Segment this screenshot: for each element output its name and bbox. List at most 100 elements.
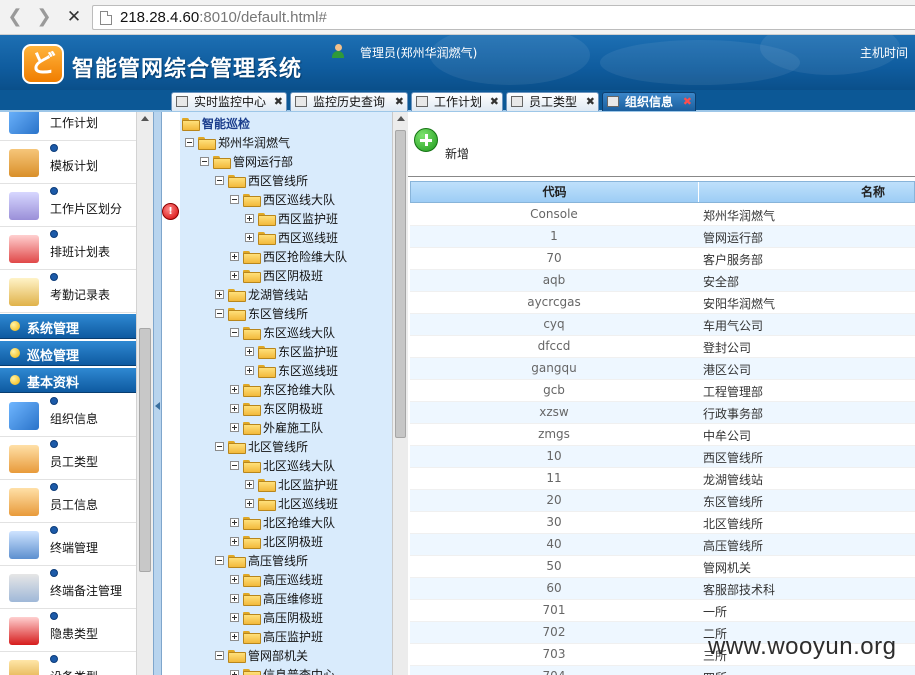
add-button-label[interactable]: 新增 (445, 145, 469, 162)
table-row[interactable]: gcb 工程管理部 (410, 380, 915, 402)
collapse-minus-icon[interactable] (200, 157, 209, 166)
collapse-minus-icon[interactable] (215, 309, 224, 318)
table-row[interactable]: 11 龙湖管线站 (410, 468, 915, 490)
sidebar-item[interactable]: 员工类型 (0, 437, 136, 480)
table-row[interactable]: 50 管网机关 (410, 556, 915, 578)
table-row[interactable]: 70 客户服务部 (410, 248, 915, 270)
sidebar-item[interactable]: 终端管理 (0, 523, 136, 566)
expand-plus-icon[interactable] (245, 499, 254, 508)
tab-monitor-history[interactable]: 监控历史查询 ✖ (290, 92, 408, 111)
expand-plus-icon[interactable] (230, 252, 239, 261)
sidebar-item-label: 员工类型 (50, 455, 99, 469)
sidebar-item[interactable]: 终端备注管理 (0, 566, 136, 609)
collapse-minus-icon[interactable] (230, 328, 239, 337)
expand-plus-icon[interactable] (245, 480, 254, 489)
user-icon (331, 44, 345, 58)
expand-plus-icon[interactable] (230, 385, 239, 394)
table-row[interactable]: 701 一所 (410, 600, 915, 622)
tab-employee-type[interactable]: 员工类型 ✖ (506, 92, 599, 111)
sidebar-item[interactable]: 员工信息 (0, 480, 136, 523)
sidebar-item[interactable]: 排班计划表 (0, 227, 136, 270)
table-row[interactable]: 1 管网运行部 (410, 226, 915, 248)
collapse-minus-icon[interactable] (230, 461, 239, 470)
scrollbar-thumb[interactable] (395, 130, 406, 438)
address-bar[interactable]: 218.28.4.60:8010/default.html# (92, 5, 915, 30)
scroll-up-arrow-icon[interactable] (141, 116, 149, 121)
table-row[interactable]: 30 北区管线所 (410, 512, 915, 534)
sidebar-item[interactable]: 工作计划 (0, 112, 136, 141)
sidebar-collapse-strip[interactable] (153, 112, 162, 675)
expand-plus-icon[interactable] (230, 613, 239, 622)
tab-close-icon[interactable]: ✖ (586, 93, 595, 110)
cell-code: dfccd (537, 339, 571, 353)
table-row[interactable]: zmgs 中牟公司 (410, 424, 915, 446)
table-row[interactable]: Console 郑州华润燃气 (410, 204, 915, 226)
table-row[interactable]: 20 东区管线所 (410, 490, 915, 512)
tab-close-icon[interactable]: ✖ (683, 93, 692, 110)
table-row[interactable]: cyq 车用气公司 (410, 314, 915, 336)
cell-name: 四所 (703, 669, 727, 675)
tab-close-icon[interactable]: ✖ (490, 93, 499, 110)
table-row[interactable]: 10 西区管线所 (410, 446, 915, 468)
sidebar-item[interactable]: 设备类型 (0, 652, 136, 675)
expand-plus-icon[interactable] (230, 423, 239, 432)
sidebar-item[interactable]: 考勤记录表 (0, 270, 136, 313)
sidebar-section-header[interactable]: 基本资料 (0, 368, 136, 393)
expand-plus-icon[interactable] (230, 271, 239, 280)
forward-arrow-icon[interactable]: ❯ (31, 5, 57, 29)
sidebar-section-header[interactable]: 系统管理 (0, 314, 136, 339)
expand-plus-icon[interactable] (230, 670, 239, 675)
collapse-minus-icon[interactable] (215, 176, 224, 185)
tree-node-label: 北区抢维大队 (263, 516, 336, 530)
alert-badge-icon[interactable]: ! (162, 203, 179, 220)
expand-plus-icon[interactable] (230, 404, 239, 413)
table-row[interactable]: 40 高压管线所 (410, 534, 915, 556)
collapse-minus-icon[interactable] (215, 556, 224, 565)
table-row[interactable]: gangqu 港区公司 (410, 358, 915, 380)
tab-realtime-monitor[interactable]: 实时监控中心 ✖ (171, 92, 287, 111)
collapse-minus-icon[interactable] (215, 442, 224, 451)
expand-plus-icon[interactable] (230, 632, 239, 641)
collapse-minus-icon[interactable] (185, 138, 194, 147)
table-row[interactable]: 60 客服部技术科 (410, 578, 915, 600)
table-row[interactable]: aqb 安全部 (410, 270, 915, 292)
collapse-minus-icon[interactable] (230, 195, 239, 204)
expand-plus-icon[interactable] (245, 366, 254, 375)
cell-code: gangqu (531, 361, 577, 375)
sidebar-section-header[interactable]: 巡检管理 (0, 341, 136, 366)
url-text[interactable]: 218.28.4.60:8010/default.html# (120, 9, 327, 26)
sidebar-item[interactable]: 模板计划 (0, 141, 136, 184)
expand-plus-icon[interactable] (230, 518, 239, 527)
tab-org-info[interactable]: 组织信息 ✖ (602, 92, 696, 111)
expand-plus-icon[interactable] (245, 233, 254, 242)
back-arrow-icon[interactable]: ❮ (2, 5, 28, 29)
add-icon[interactable] (414, 128, 438, 152)
folder-icon (258, 346, 276, 359)
table-row[interactable]: 704 四所 (410, 666, 915, 675)
sidebar-item[interactable]: 组织信息 (0, 394, 136, 437)
table-row[interactable]: xzsw 行政事务部 (410, 402, 915, 424)
stop-x-icon[interactable]: ✕ (61, 5, 87, 29)
column-header-code[interactable]: 代码 (411, 182, 699, 202)
sidebar-item[interactable]: 隐患类型 (0, 609, 136, 652)
expand-plus-icon[interactable] (245, 347, 254, 356)
tab-close-icon[interactable]: ✖ (274, 93, 283, 110)
expand-plus-icon[interactable] (230, 575, 239, 584)
expand-plus-icon[interactable] (230, 537, 239, 546)
collapse-minus-icon[interactable] (215, 651, 224, 660)
table-row[interactable]: aycrcgas 安阳华润燃气 (410, 292, 915, 314)
tree-scrollbar[interactable] (392, 112, 408, 675)
bullet-dot-icon (50, 397, 58, 405)
scroll-up-arrow-icon[interactable] (397, 116, 405, 121)
expand-plus-icon[interactable] (245, 214, 254, 223)
table-row[interactable]: dfccd 登封公司 (410, 336, 915, 358)
tab-close-icon[interactable]: ✖ (395, 93, 404, 110)
scrollbar-thumb[interactable] (139, 328, 151, 572)
sidebar-scrollbar[interactable] (136, 112, 153, 675)
expand-plus-icon[interactable] (230, 594, 239, 603)
tab-work-plan[interactable]: 工作计划 ✖ (411, 92, 503, 111)
expand-plus-icon[interactable] (215, 290, 224, 299)
collapse-arrow-icon[interactable] (155, 402, 160, 410)
column-header-name[interactable]: 名称 (861, 182, 885, 202)
sidebar-item[interactable]: 工作片区划分 (0, 184, 136, 227)
